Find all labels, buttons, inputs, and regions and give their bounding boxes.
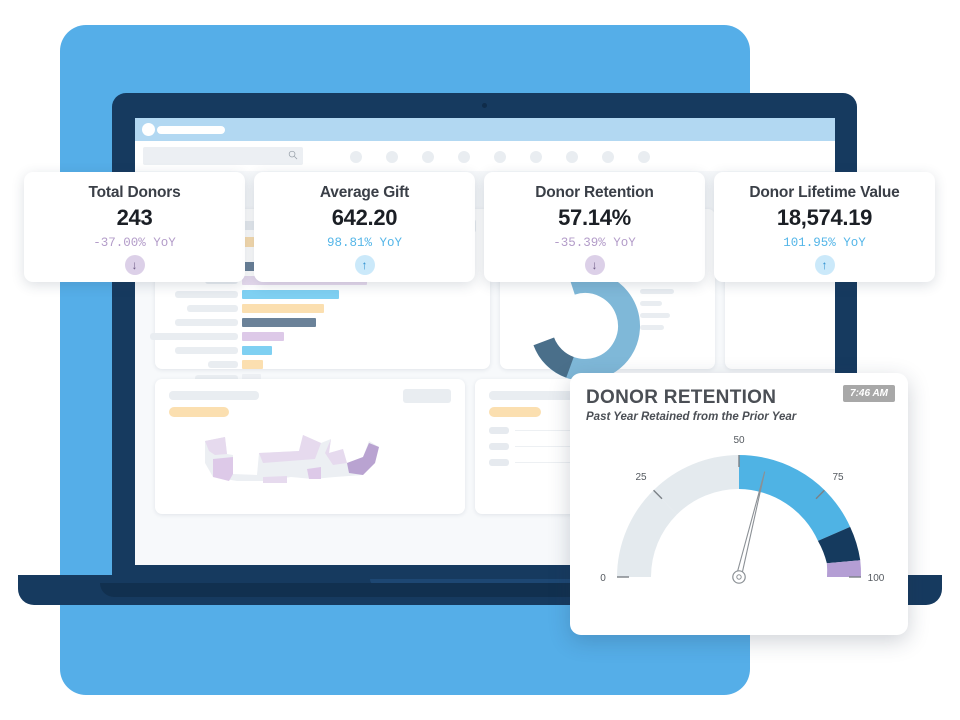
nav-dot-icon[interactable] — [602, 151, 614, 163]
legend-line-placeholder — [640, 301, 662, 306]
table-cell-placeholder — [489, 443, 509, 450]
kpi-title: Average Gift — [319, 184, 410, 201]
kpi-delta: 101.95% YoY — [783, 236, 866, 250]
gauge-chart-svg: 0 25 50 75 100 — [600, 435, 885, 584]
toolbar-nav-dots — [350, 151, 650, 163]
search-icon — [288, 150, 298, 160]
gauge-tick-label-50: 50 — [733, 435, 745, 446]
legend-line-placeholder — [640, 289, 674, 294]
kpi-value: 57.14% — [558, 205, 631, 230]
gauge-tick-label-100: 100 — [868, 573, 885, 584]
nav-dot-icon[interactable] — [458, 151, 470, 163]
kpi-card-total-donors[interactable]: Total Donors 243 -37.00% YoY ↓ — [24, 172, 245, 282]
kpi-card-donor-lifetime-value[interactable]: Donor Lifetime Value 18,574.19 101.95% Y… — [714, 172, 935, 282]
panel-subtitle-placeholder — [169, 407, 229, 417]
nav-dot-icon[interactable] — [350, 151, 362, 163]
kpi-delta: -35.39% YoY — [553, 236, 636, 250]
arrow-up-icon: ↑ — [814, 255, 835, 275]
kpi-value: 642.20 — [331, 205, 398, 230]
panel-action-chip[interactable] — [403, 389, 451, 403]
laptop-camera-icon — [482, 103, 487, 108]
timestamp-badge: 7:46 AM — [843, 385, 895, 402]
arrow-up-icon: ↑ — [354, 255, 375, 275]
kpi-title: Total Donors — [88, 184, 181, 201]
gauge-chart-area: 0 25 50 75 100 — [570, 425, 908, 630]
nav-dot-icon[interactable] — [386, 151, 398, 163]
kpi-delta: -37.00% YoY — [93, 236, 176, 250]
gauge-band-target — [739, 455, 851, 541]
gauge-card-subtitle: Past Year Retained from the Prior Year — [586, 411, 797, 423]
legend-line-placeholder — [640, 313, 670, 318]
dashboard-toolbar — [135, 141, 835, 171]
kpi-title: Donor Lifetime Value — [749, 184, 900, 201]
legend-line-placeholder — [640, 325, 664, 330]
nav-dot-icon[interactable] — [638, 151, 650, 163]
panel-title-placeholder — [169, 391, 259, 400]
browser-tab-bar — [135, 118, 835, 141]
nav-dot-icon[interactable] — [494, 151, 506, 163]
browser-tab-title-placeholder — [157, 126, 225, 134]
kpi-delta: 98.81% YoY — [326, 236, 402, 250]
kpi-card-strip: Total Donors 243 -37.00% YoY ↓ Average G… — [24, 172, 935, 282]
gauge-tick-label-75: 75 — [832, 472, 844, 483]
kpi-card-average-gift[interactable]: Average Gift 642.20 98.81% YoY ↑ — [254, 172, 475, 282]
arrow-down-icon: ↓ — [584, 255, 605, 275]
gauge-tick-label-0: 0 — [600, 573, 606, 584]
nav-dot-icon[interactable] — [566, 151, 578, 163]
gauge-chart-card[interactable]: DONOR RETENTION Past Year Retained from … — [570, 373, 908, 635]
panel-subtitle-placeholder — [489, 407, 541, 417]
kpi-value: 243 — [116, 205, 153, 230]
nav-dot-icon[interactable] — [422, 151, 434, 163]
kpi-title: Donor Retention — [535, 184, 654, 201]
illustration-stage: Total Donors 243 -37.00% YoY ↓ Average G… — [0, 0, 960, 720]
map-panel[interactable] — [155, 379, 465, 514]
table-cell-placeholder — [489, 427, 509, 434]
kpi-value: 18,574.19 — [776, 205, 873, 230]
us-map-skeleton — [205, 435, 379, 483]
table-cell-placeholder — [489, 459, 509, 466]
browser-tab-favicon-icon — [142, 123, 155, 136]
gauge-tick-label-25: 25 — [635, 472, 647, 483]
search-input[interactable] — [143, 147, 303, 165]
donut-chart-skeleton — [530, 271, 640, 381]
kpi-card-donor-retention[interactable]: Donor Retention 57.14% -35.39% YoY ↓ — [484, 172, 705, 282]
arrow-down-icon: ↓ — [124, 255, 145, 275]
nav-dot-icon[interactable] — [530, 151, 542, 163]
